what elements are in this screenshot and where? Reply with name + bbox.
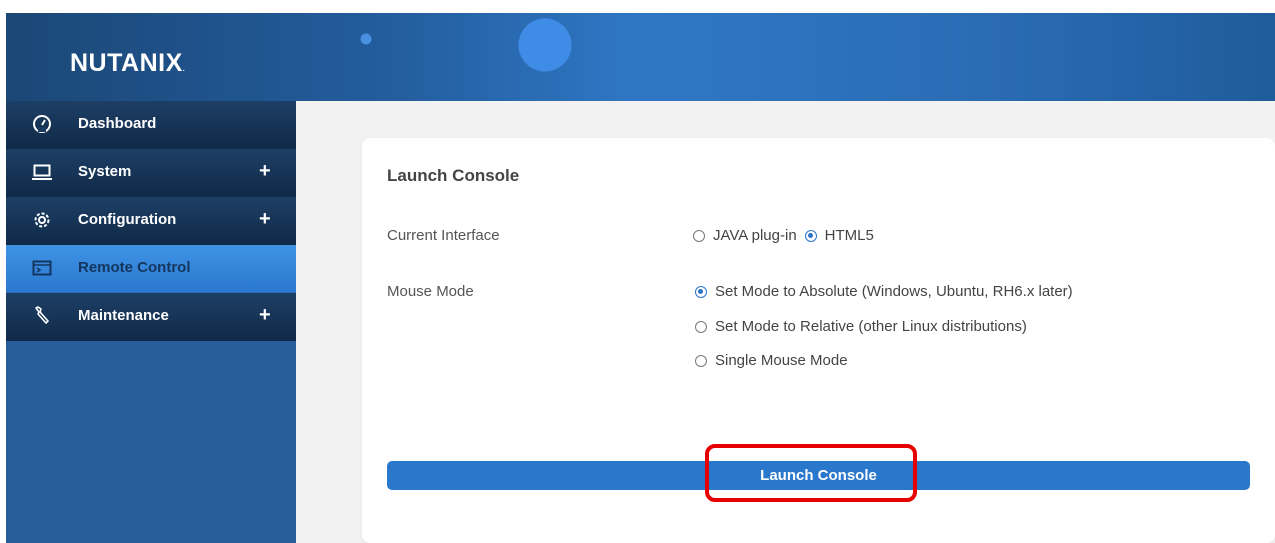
wrench-icon — [32, 306, 52, 326]
expand-plus-icon[interactable]: + — [259, 208, 271, 231]
java-plugin-radio[interactable] — [693, 229, 705, 242]
html5-radio[interactable] — [804, 229, 817, 242]
mouse-mode-relative-option[interactable]: Set Mode to Relative (other Linux distri… — [695, 318, 1035, 335]
single-mouse-mode-label[interactable]: Single Mouse Mode — [715, 352, 848, 369]
sidebar-item-dashboard[interactable]: Dashboard — [6, 101, 296, 149]
current-interface-label: Current Interface — [387, 227, 500, 244]
expand-plus-icon[interactable]: + — [259, 160, 271, 183]
sidebar-item-maintenance[interactable]: Maintenance + — [6, 293, 296, 341]
terminal-icon — [32, 258, 52, 278]
html5-label[interactable]: HTML5 — [825, 227, 874, 244]
mouse-mode-single-option[interactable]: Single Mouse Mode — [695, 352, 856, 369]
expand-plus-icon[interactable]: + — [259, 304, 271, 327]
app-frame: NUTANIX. Dashboard System + Configuratio… — [6, 13, 1275, 543]
logo-text: NUTANIX — [70, 49, 183, 77]
sidebar-item-configuration[interactable]: Configuration + — [6, 197, 296, 245]
panel-title: Launch Console — [387, 166, 520, 185]
absolute-mode-label[interactable]: Set Mode to Absolute (Windows, Ubuntu, R… — [715, 283, 1073, 300]
gear-icon — [32, 210, 52, 230]
launch-console-button[interactable]: Launch Console — [387, 461, 1250, 490]
sidebar-item-label: Maintenance — [78, 307, 169, 324]
mouse-mode-label: Mouse Mode — [387, 283, 474, 300]
mouse-mode-absolute-option[interactable]: Set Mode to Absolute (Windows, Ubuntu, R… — [695, 283, 1081, 300]
laptop-icon — [32, 162, 52, 182]
java-plugin-label[interactable]: JAVA plug-in — [713, 227, 797, 244]
sidebar-item-system[interactable]: System + — [6, 149, 296, 197]
relative-mode-radio[interactable] — [695, 320, 707, 333]
sidebar-item-label: Dashboard — [78, 115, 157, 132]
logo-mark: . — [182, 66, 185, 73]
relative-mode-label[interactable]: Set Mode to Relative (other Linux distri… — [715, 318, 1027, 335]
sidebar: Dashboard System + Configuration + Remot… — [6, 101, 296, 543]
top-header: NUTANIX. — [6, 13, 1275, 101]
sidebar-item-remote-control[interactable]: Remote Control — [6, 245, 296, 293]
current-interface-options: JAVA plug-in HTML5 — [693, 227, 882, 244]
nutanix-logo: NUTANIX. — [70, 49, 185, 78]
sidebar-item-label: Remote Control — [78, 259, 191, 276]
sidebar-item-label: Configuration — [78, 211, 177, 228]
dashboard-gauge-icon — [32, 114, 52, 134]
launch-console-panel: Launch Console Current Interface JAVA pl… — [362, 138, 1275, 543]
absolute-mode-radio[interactable] — [695, 285, 707, 298]
sidebar-item-label: System — [78, 163, 132, 180]
single-mouse-mode-radio[interactable] — [695, 354, 707, 367]
